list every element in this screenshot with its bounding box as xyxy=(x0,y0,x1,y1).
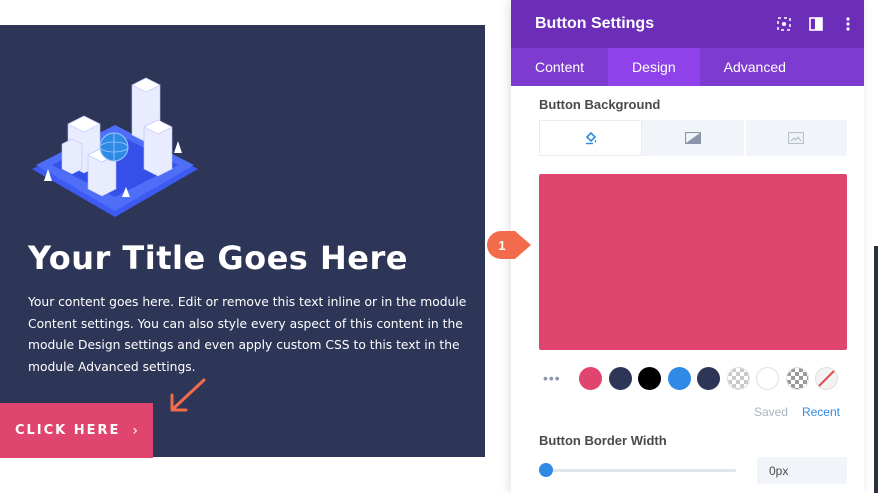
image-icon[interactable] xyxy=(746,120,847,156)
border-width-slider-track[interactable] xyxy=(546,469,736,472)
swatch-blue[interactable] xyxy=(667,366,691,390)
swatch-none-icon[interactable] xyxy=(815,366,838,390)
module-body-text[interactable]: Your content goes here. Edit or remove t… xyxy=(28,292,468,378)
color-palette: ••• xyxy=(539,366,847,390)
border-width-slider-handle[interactable] xyxy=(539,463,553,477)
swatch-pink[interactable] xyxy=(579,366,602,390)
settings-tabs: Content Design Advanced xyxy=(511,48,864,86)
swatch-navy-2[interactable] xyxy=(697,366,720,390)
selected-color-preview[interactable] xyxy=(539,174,847,350)
tab-design[interactable]: Design xyxy=(608,48,700,86)
panel-title: Button Settings xyxy=(535,15,655,32)
palette-mode-toggle: Saved Recent xyxy=(754,405,840,419)
tab-advanced[interactable]: Advanced xyxy=(700,48,810,86)
paint-bucket-icon[interactable] xyxy=(539,120,643,156)
isometric-city-illustration xyxy=(32,77,198,217)
recent-colors-link[interactable]: Recent xyxy=(802,405,840,419)
more-vertical-icon[interactable] xyxy=(832,0,864,48)
swatch-transparent-dark[interactable] xyxy=(785,366,809,390)
panel-header: Button Settings xyxy=(511,0,864,48)
saved-colors-link[interactable]: Saved xyxy=(754,405,788,419)
gradient-icon[interactable] xyxy=(642,120,746,156)
page-scrollbar[interactable] xyxy=(874,246,878,493)
chevron-right-icon: › xyxy=(132,422,139,439)
module-title[interactable]: Your Title Goes Here xyxy=(28,239,408,277)
swatch-black[interactable] xyxy=(638,366,661,390)
call-to-action-module[interactable]: Your Title Goes Here Your content goes h… xyxy=(0,25,485,457)
click-here-button[interactable]: CLICK HERE › xyxy=(0,403,153,458)
button-background-label: Button Background xyxy=(539,97,661,112)
border-width-input[interactable]: 0px xyxy=(757,457,847,484)
more-options-icon[interactable]: ••• xyxy=(539,370,579,386)
swatch-white[interactable] xyxy=(756,366,779,390)
sidebar-layout-icon[interactable] xyxy=(800,0,832,48)
button-settings-panel: Button Settings Content Design Advanced … xyxy=(511,0,864,493)
background-type-tabs xyxy=(539,120,847,156)
callout-number: 1 xyxy=(498,237,506,253)
button-border-width-label: Button Border Width xyxy=(539,433,667,448)
swatch-navy[interactable] xyxy=(608,366,632,390)
builder-stage: Your Title Goes Here Your content goes h… xyxy=(0,0,880,493)
swatch-transparent[interactable] xyxy=(726,366,750,390)
button-label: CLICK HERE xyxy=(14,423,121,438)
target-icon[interactable] xyxy=(768,0,800,48)
tab-content[interactable]: Content xyxy=(511,48,608,86)
annotation-arrow-icon xyxy=(170,378,206,412)
